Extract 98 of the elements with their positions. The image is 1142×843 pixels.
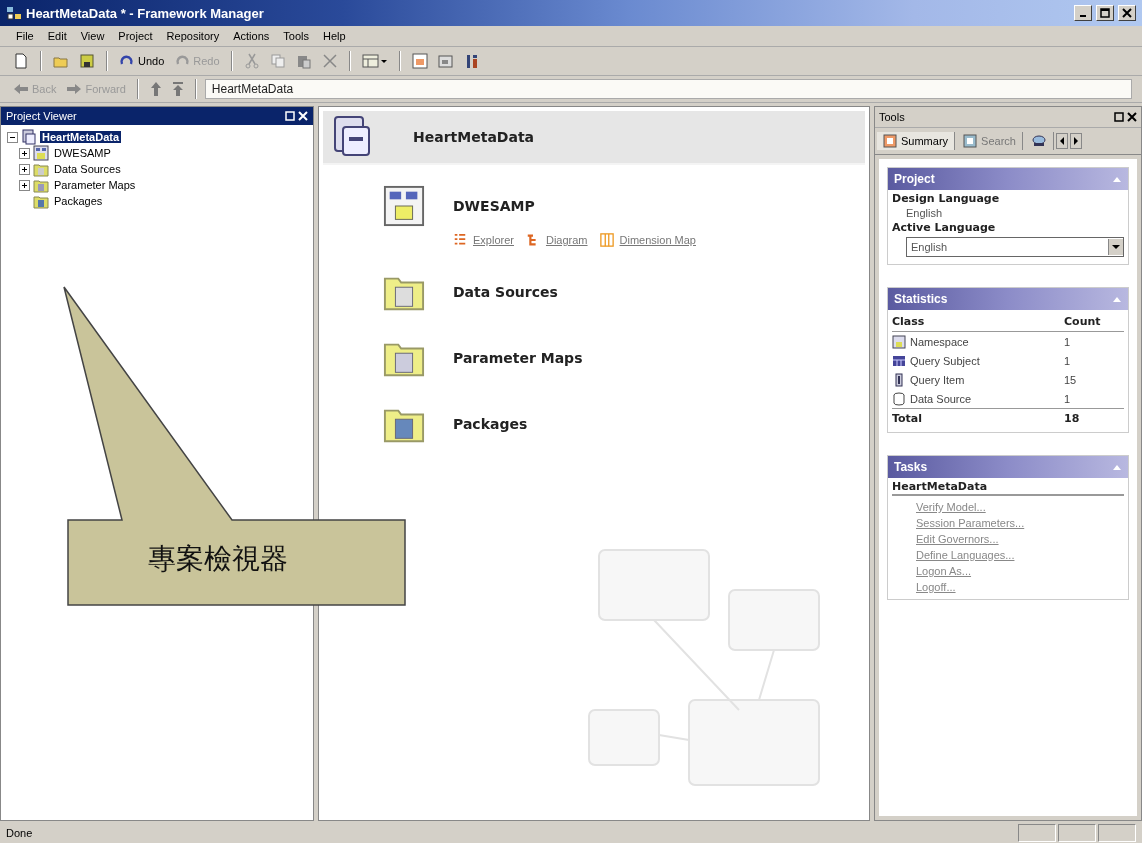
link[interactable]: Dimension Map bbox=[619, 234, 696, 246]
menu-item[interactable]: Tools bbox=[283, 30, 309, 42]
search-icon bbox=[963, 134, 978, 148]
section-header[interactable]: Tasks bbox=[888, 456, 1128, 478]
status-panel bbox=[1098, 824, 1136, 842]
table-cell-text: 15 bbox=[1064, 373, 1078, 386]
menu-item[interactable]: Actions bbox=[233, 30, 270, 42]
close-icon[interactable] bbox=[1127, 112, 1137, 122]
section-title[interactable]: Data Sources bbox=[453, 284, 558, 300]
dropdown-arrow-icon bbox=[1112, 244, 1120, 250]
tree-item[interactable]: HeartMetaData bbox=[40, 131, 122, 143]
tree-item[interactable]: Data Sources bbox=[52, 163, 123, 175]
tab[interactable]: Summary bbox=[877, 132, 956, 150]
section-title[interactable]: Parameter Maps bbox=[453, 350, 583, 366]
link[interactable]: Diagram bbox=[545, 234, 588, 246]
window-title: HeartMetaData * - Framework Manager bbox=[26, 5, 264, 21]
table-cell-text: 1 bbox=[1064, 354, 1072, 367]
expand-icon[interactable] bbox=[19, 179, 30, 191]
redo-icon bbox=[174, 55, 191, 67]
menu-item[interactable]: Help bbox=[322, 30, 346, 42]
table-cell: Query Item bbox=[910, 373, 965, 386]
tree-item[interactable]: Parameter Maps bbox=[52, 179, 138, 191]
table-cell-text: 1 bbox=[1064, 335, 1072, 348]
database-folder-icon bbox=[33, 161, 49, 177]
scroll-right-button[interactable] bbox=[1069, 133, 1082, 149]
table-folder-icon bbox=[33, 177, 49, 193]
field-value: English bbox=[905, 206, 944, 221]
summary-icon bbox=[883, 134, 897, 148]
undo-button[interactable]: Undo bbox=[116, 53, 168, 69]
task-link[interactable]: Verify Model... bbox=[892, 499, 986, 515]
app-icon bbox=[6, 5, 22, 21]
menu-item[interactable]: Repository bbox=[166, 30, 220, 42]
namespace-icon bbox=[33, 145, 49, 161]
pane-title: Project Viewer bbox=[6, 110, 77, 122]
table-cell-text: 18 bbox=[1064, 412, 1081, 425]
minimize-button[interactable] bbox=[1074, 5, 1092, 21]
namespace-icon bbox=[383, 185, 425, 227]
right-arrow-icon bbox=[1072, 137, 1079, 145]
expand-icon[interactable] bbox=[19, 147, 30, 159]
forward-arrow-icon bbox=[66, 83, 83, 95]
table-cell-text: 1 bbox=[1064, 392, 1072, 405]
float-icon[interactable] bbox=[1114, 112, 1124, 122]
collapse-icon[interactable] bbox=[7, 131, 18, 143]
status-panel bbox=[1018, 824, 1056, 842]
status-text: Done bbox=[6, 827, 33, 839]
database-icon bbox=[892, 391, 906, 406]
undo-icon bbox=[119, 55, 135, 67]
section-title[interactable]: DWESAMP bbox=[453, 198, 535, 214]
section-title: Tasks bbox=[894, 460, 928, 474]
menu-item[interactable]: Project bbox=[118, 30, 153, 42]
language-dropdown[interactable]: English bbox=[906, 237, 1124, 257]
task-link[interactable]: Edit Governors... bbox=[892, 531, 999, 547]
section-title[interactable]: Packages bbox=[453, 416, 528, 432]
minimize-icon bbox=[1080, 15, 1086, 17]
section-header[interactable]: Statistics bbox=[888, 288, 1128, 310]
table-cell: Namespace bbox=[910, 335, 969, 348]
close-button[interactable] bbox=[1118, 5, 1136, 21]
section-title: Project bbox=[894, 172, 935, 186]
close-icon bbox=[1122, 8, 1132, 18]
status-panel bbox=[1058, 824, 1096, 842]
task-link[interactable]: Logon As... bbox=[892, 563, 972, 579]
link[interactable]: Explorer bbox=[473, 234, 514, 246]
field-label: Design Language bbox=[892, 192, 1001, 205]
section-header[interactable]: Project bbox=[888, 168, 1128, 190]
task-link[interactable]: Logoff... bbox=[892, 579, 956, 595]
section-title: Statistics bbox=[894, 292, 948, 306]
menu-item[interactable]: Edit bbox=[47, 30, 67, 42]
task-link[interactable]: Session Parameters... bbox=[892, 515, 1025, 531]
package-folder-icon bbox=[33, 193, 49, 209]
project-icon bbox=[333, 115, 373, 159]
menu-item[interactable]: View bbox=[80, 30, 105, 42]
page-title: HeartMetaData bbox=[413, 129, 535, 145]
column-icon bbox=[892, 372, 906, 387]
maximize-button[interactable] bbox=[1096, 5, 1114, 21]
tree-item[interactable]: Packages bbox=[52, 195, 105, 207]
task-heading: HeartMetaData bbox=[892, 480, 1124, 496]
columns-icon bbox=[599, 233, 614, 247]
table-cell: Data Source bbox=[910, 392, 972, 405]
left-arrow-icon bbox=[1058, 137, 1065, 145]
table-cell: Query Subject bbox=[910, 354, 980, 367]
namespace-icon bbox=[892, 334, 906, 349]
scroll-left-button[interactable] bbox=[1055, 133, 1068, 149]
path-field[interactable]: HeartMetaData bbox=[204, 79, 1132, 99]
list-icon bbox=[453, 233, 467, 247]
table-cell-text: Total bbox=[892, 412, 924, 425]
expand-icon[interactable] bbox=[19, 163, 30, 175]
back-arrow-icon bbox=[13, 83, 29, 95]
callout-label: 專案檢視器 bbox=[148, 541, 288, 577]
table-icon bbox=[892, 353, 906, 368]
menu-item[interactable]: File bbox=[16, 30, 34, 42]
task-link[interactable]: Define Languages... bbox=[892, 547, 1015, 563]
maximize-icon bbox=[1100, 8, 1110, 18]
pane-title: Tools bbox=[879, 111, 905, 123]
project-icon bbox=[21, 129, 37, 145]
column-header: Class bbox=[892, 315, 926, 328]
column-header: Count bbox=[1064, 315, 1102, 328]
field-label: Active Language bbox=[892, 221, 997, 234]
tree-item[interactable]: DWESAMP bbox=[52, 147, 113, 159]
